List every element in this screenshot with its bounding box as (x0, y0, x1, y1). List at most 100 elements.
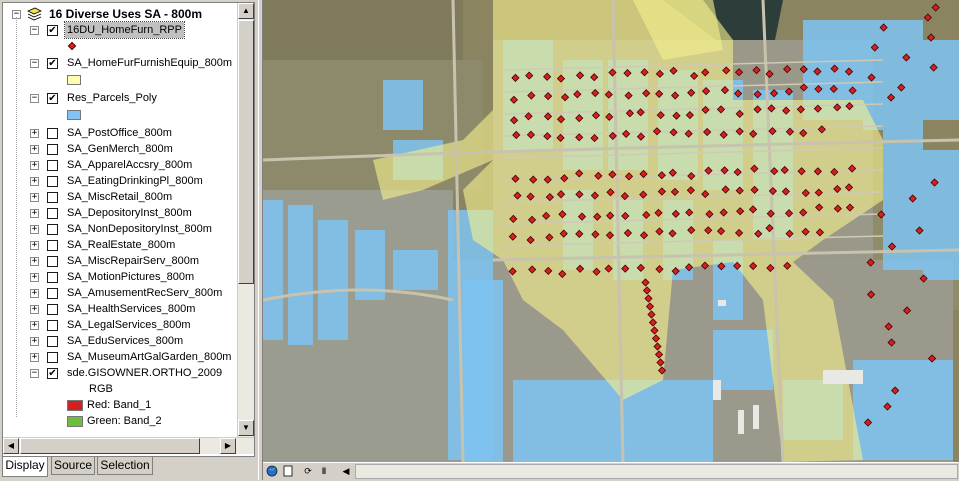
layer-name[interactable]: SA_DepositoryInst_800m (67, 205, 192, 221)
tab-display[interactable]: Display (2, 457, 48, 477)
layer-name[interactable]: SA_EduServices_800m (67, 333, 183, 349)
layer-visibility-checkbox[interactable] (47, 192, 58, 203)
expand-toggle[interactable]: + (30, 321, 39, 330)
layer-row[interactable]: + SA_MiscRetail_800m (3, 189, 237, 205)
layer-visibility-checkbox[interactable] (47, 144, 58, 155)
page-layout-icon[interactable] (281, 465, 295, 478)
layer-visibility-checkbox[interactable] (47, 256, 58, 267)
layer-visibility-checkbox[interactable] (47, 304, 58, 315)
layer-row[interactable]: + SA_MiscRepairServ_800m (3, 253, 237, 269)
expand-toggle[interactable]: + (30, 145, 39, 154)
scroll-down-button[interactable]: ▼ (238, 420, 254, 436)
collapse-toggle[interactable]: − (30, 59, 39, 68)
scroll-left-icon[interactable]: ◀ (339, 465, 353, 478)
layer-visibility-checkbox[interactable] (47, 208, 58, 219)
layer-row[interactable]: + SA_EduServices_800m (3, 333, 237, 349)
layer-row[interactable]: + SA_PostOffice_800m (3, 125, 237, 141)
layer-visibility-checkbox[interactable] (47, 336, 58, 347)
layer-row[interactable]: + SA_GenMerch_800m (3, 141, 237, 157)
residential-parcel (263, 200, 283, 340)
globe-icon[interactable] (265, 465, 279, 478)
residential-parcel (513, 380, 713, 462)
layer-visibility-checkbox[interactable] (47, 128, 58, 139)
expand-toggle[interactable]: + (30, 193, 39, 202)
map-view[interactable] (263, 0, 959, 462)
layer-row[interactable]: + SA_NonDepositoryInst_800m (3, 221, 237, 237)
expand-toggle[interactable]: + (30, 129, 39, 138)
layer-name[interactable]: SA_MotionPictures_800m (67, 269, 194, 285)
legend-symbol-row (3, 71, 237, 87)
layer-visibility-checkbox[interactable] (47, 160, 58, 171)
layer-visibility-checkbox[interactable] (47, 240, 58, 251)
layer-row[interactable]: + SA_ApparelAccsry_800m (3, 157, 237, 173)
layer-name[interactable]: SA_MuseumArtGalGarden_800m (67, 349, 231, 365)
layer-name[interactable]: SA_EatingDrinkingPl_800m (67, 173, 203, 189)
h-scroll-thumb[interactable] (20, 438, 200, 454)
layer-row[interactable]: + SA_HealthServices_800m (3, 301, 237, 317)
layer-visibility-checkbox[interactable]: ✔ (47, 25, 58, 36)
layer-row[interactable]: − ✔ 16DU_HomeFurn_RPP (3, 21, 237, 39)
layer-visibility-checkbox[interactable] (47, 352, 58, 363)
layer-name[interactable]: SA_RealEstate_800m (67, 237, 175, 253)
layer-name[interactable]: 16DU_HomeFurn_RPP (64, 21, 185, 39)
scroll-right-button[interactable]: ▶ (220, 438, 236, 454)
layer-visibility-checkbox[interactable]: ✔ (47, 368, 58, 379)
layer-row[interactable]: − ✔ SA_HomeFurFurnishEquip_800m (3, 55, 237, 71)
expand-toggle[interactable]: + (30, 241, 39, 250)
toc-horizontal-scrollbar[interactable]: ◀ ▶ (3, 437, 254, 454)
layer-visibility-checkbox[interactable] (47, 320, 58, 331)
layer-name[interactable]: SA_HomeFurFurnishEquip_800m (67, 55, 232, 71)
layer-row[interactable]: + SA_AmusementRecServ_800m (3, 285, 237, 301)
collapse-toggle[interactable]: − (30, 369, 39, 378)
scroll-thumb[interactable] (238, 20, 254, 284)
map-horizontal-scrollbar[interactable] (355, 464, 958, 479)
layer-name[interactable]: SA_HealthServices_800m (67, 301, 195, 317)
layer-visibility-checkbox[interactable] (47, 224, 58, 235)
layer-visibility-checkbox[interactable]: ✔ (47, 93, 58, 104)
pause-icon[interactable]: ǁ (317, 465, 331, 478)
expand-toggle[interactable]: + (30, 161, 39, 170)
toc-vertical-scrollbar[interactable]: ▲ ▼ (237, 3, 254, 437)
layer-visibility-checkbox[interactable] (47, 272, 58, 283)
expand-toggle[interactable]: + (30, 225, 39, 234)
expand-toggle[interactable]: + (30, 353, 39, 362)
expand-toggle[interactable]: + (30, 209, 39, 218)
layer-name[interactable]: Res_Parcels_Poly (67, 90, 157, 106)
layer-name[interactable]: SA_MiscRepairServ_800m (67, 253, 199, 269)
layer-row[interactable]: + SA_DepositoryInst_800m (3, 205, 237, 221)
layer-name[interactable]: sde.GISOWNER.ORTHO_2009 (67, 365, 222, 381)
tab-source[interactable]: Source (51, 457, 95, 475)
expand-toggle[interactable]: + (30, 177, 39, 186)
tab-selection[interactable]: Selection (97, 457, 153, 475)
layer-visibility-checkbox[interactable]: ✔ (47, 58, 58, 69)
layer-name[interactable]: SA_PostOffice_800m (67, 125, 172, 141)
layer-name[interactable]: SA_NonDepositoryInst_800m (67, 221, 212, 237)
layer-name[interactable]: SA_AmusementRecServ_800m (67, 285, 222, 301)
expand-toggle[interactable]: + (30, 305, 39, 314)
expand-toggle[interactable]: + (30, 257, 39, 266)
toc-tree-frame: − 16 Diverse Uses SA - 800m − ✔ 16DU_HomeF… (2, 2, 255, 457)
layer-visibility-checkbox[interactable] (47, 176, 58, 187)
layer-row[interactable]: + SA_LegalServices_800m (3, 317, 237, 333)
expand-toggle[interactable]: + (30, 289, 39, 298)
layer-row[interactable]: − ✔ Res_Parcels_Poly (3, 90, 237, 106)
layer-row[interactable]: + SA_EatingDrinkingPl_800m (3, 173, 237, 189)
layer-visibility-checkbox[interactable] (47, 288, 58, 299)
layer-name[interactable]: SA_MiscRetail_800m (67, 189, 172, 205)
layer-row[interactable]: − ✔ sde.GISOWNER.ORTHO_2009 (3, 365, 237, 381)
collapse-toggle[interactable]: − (30, 94, 39, 103)
layer-row[interactable]: + SA_MotionPictures_800m (3, 269, 237, 285)
layer-name[interactable]: SA_ApparelAccsry_800m (67, 157, 192, 173)
refresh-icon[interactable]: ⟳ (301, 465, 315, 478)
layer-name[interactable]: SA_GenMerch_800m (67, 141, 173, 157)
layer-row[interactable]: + SA_MuseumArtGalGarden_800m (3, 349, 237, 365)
scroll-up-button[interactable]: ▲ (238, 3, 254, 19)
layer-row[interactable]: + SA_RealEstate_800m (3, 237, 237, 253)
expand-toggle[interactable]: + (30, 337, 39, 346)
group-layer-row[interactable]: − 16 Diverse Uses SA - 800m (3, 6, 237, 22)
map-canvas[interactable] (263, 0, 959, 462)
collapse-toggle[interactable]: − (30, 26, 39, 35)
expand-toggle[interactable]: + (30, 273, 39, 282)
scroll-left-button[interactable]: ◀ (3, 438, 19, 454)
layer-name[interactable]: SA_LegalServices_800m (67, 317, 191, 333)
